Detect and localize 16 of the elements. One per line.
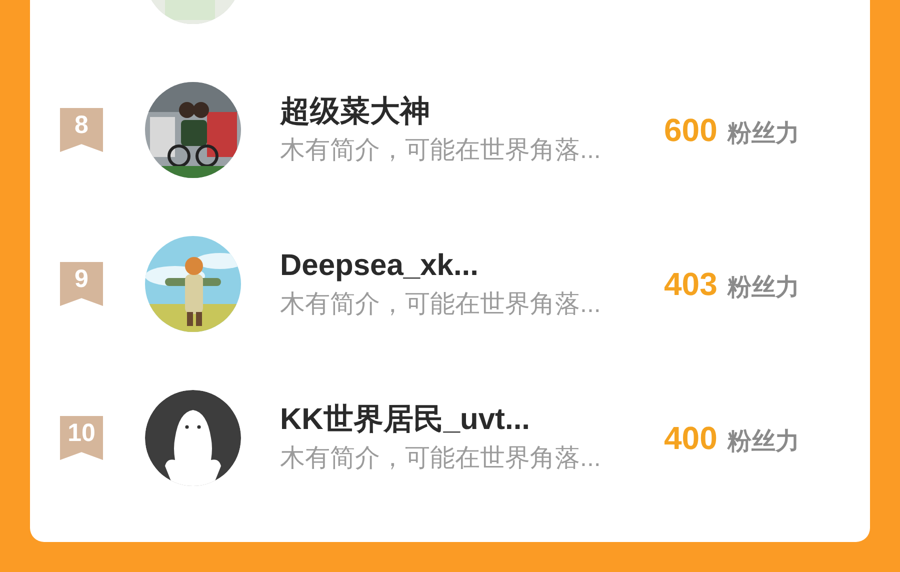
score-unit: 粉丝力 — [727, 119, 800, 149]
score-unit: 粉丝力 — [727, 427, 800, 457]
user-name[interactable]: Deepsea_xk... — [280, 247, 652, 285]
fan-score: 400 — [664, 419, 718, 458]
fan-score: 600 — [664, 111, 718, 150]
user-bio: 木有简介，可能在世界角落... — [280, 443, 602, 474]
rank-badge: 9 — [60, 262, 103, 306]
user-bio: 木有简介，可能在世界角落... — [280, 135, 602, 166]
score-unit: 粉丝力 — [727, 273, 800, 303]
avatar-icon — [145, 390, 241, 486]
fan-score: 403 — [664, 265, 718, 304]
rank-badge: 8 — [60, 108, 103, 152]
user-name[interactable]: 超级菜大神 — [280, 93, 652, 131]
user-bio: 木有简介，可能在世界角落... — [280, 289, 602, 320]
user-name[interactable]: KK世界居民_uvt... — [280, 401, 652, 439]
rank-badge: 10 — [60, 416, 103, 460]
